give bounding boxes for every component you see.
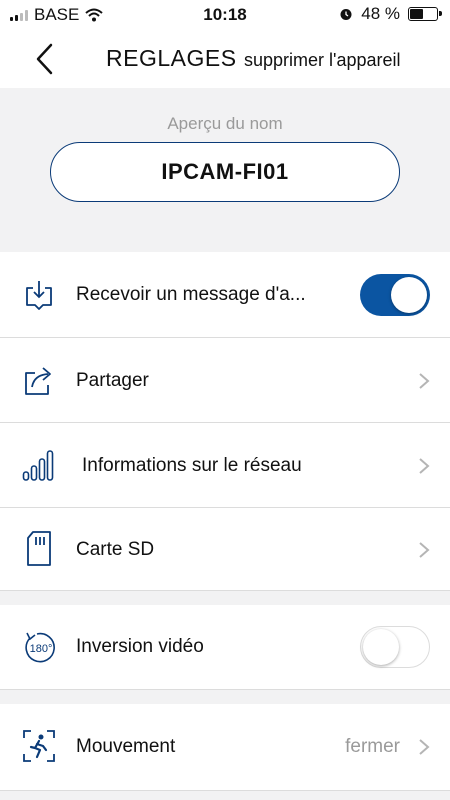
- network-info-label: Informations sur le réseau: [82, 455, 302, 476]
- chevron-right-icon: [419, 458, 430, 474]
- receive-message-row: Recevoir un message d'a...: [0, 252, 450, 337]
- motion-detection-icon: [23, 730, 55, 762]
- motion-label: Mouvement: [76, 736, 176, 757]
- device-name-field[interactable]: IPCAM-FI01: [50, 142, 400, 202]
- battery-icon: [408, 7, 442, 21]
- sd-card-icon: [27, 531, 51, 566]
- alarm-icon: [340, 9, 352, 20]
- motion-row[interactable]: Mouvement fermer: [0, 704, 450, 790]
- section-gap: [0, 791, 450, 800]
- status-bar: BASE 10:18 48 %: [0, 0, 450, 30]
- delete-device-button[interactable]: supprimer l'appareil: [244, 50, 401, 71]
- section-gap: [0, 591, 450, 605]
- share-icon: [25, 367, 51, 395]
- toggle-knob: [363, 629, 399, 665]
- chevron-right-icon: [419, 739, 430, 755]
- name-preview-section: Aperçu du nom IPCAM-FI01: [0, 88, 450, 252]
- sd-card-label: Carte SD: [76, 539, 155, 560]
- video-flip-label: Inversion vidéo: [76, 636, 204, 657]
- video-flip-toggle[interactable]: [360, 626, 430, 668]
- sd-card-row[interactable]: Carte SD: [0, 508, 450, 590]
- signal-bars-icon: [22, 450, 54, 481]
- battery-percent: 48 %: [361, 4, 400, 23]
- video-flip-row: 180° Inversion vidéo: [0, 605, 450, 689]
- share-row[interactable]: Partager: [0, 338, 450, 422]
- nav-bar: REGLAGES supprimer l'appareil: [0, 30, 450, 88]
- name-preview-label: Aperçu du nom: [167, 114, 283, 133]
- download-message-icon: [26, 281, 52, 310]
- receive-message-label: Recevoir un message d'a...: [76, 284, 306, 305]
- section-gap: [0, 690, 450, 704]
- chevron-right-icon: [419, 542, 430, 558]
- rotate-180-icon: 180°: [25, 632, 55, 663]
- page-title: REGLAGES: [106, 45, 237, 71]
- toggle-knob: [391, 277, 427, 313]
- chevron-right-icon: [419, 373, 430, 389]
- receive-message-toggle[interactable]: [360, 274, 430, 316]
- share-label: Partager: [76, 370, 149, 391]
- chevron-left-icon[interactable]: [30, 42, 60, 76]
- network-info-row[interactable]: Informations sur le réseau: [0, 423, 450, 507]
- svg-text:180°: 180°: [30, 643, 53, 655]
- status-right: 48 %: [339, 4, 442, 24]
- motion-value: fermer: [345, 736, 400, 757]
